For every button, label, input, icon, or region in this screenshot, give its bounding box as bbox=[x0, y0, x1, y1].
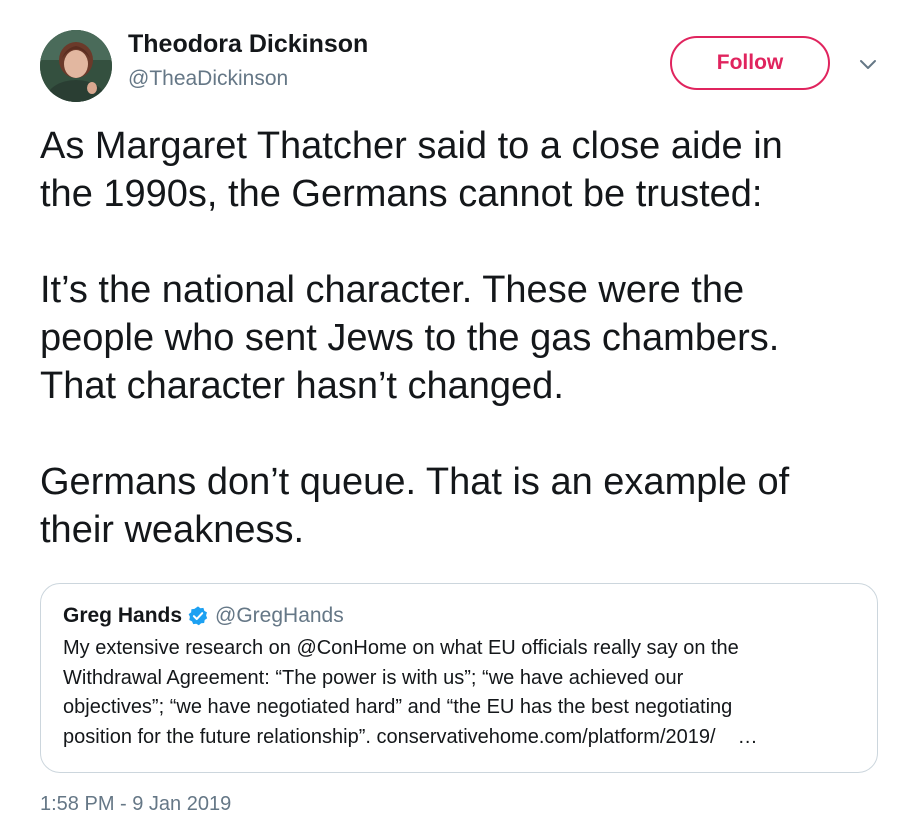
quoted-link[interactable]: conservativehome.com/platform/2019/ bbox=[377, 726, 716, 748]
tweet-text: As Margaret Thatcher said to a close aid… bbox=[40, 122, 890, 554]
tweet-paragraph: As Margaret Thatcher said to a close aid… bbox=[40, 122, 890, 218]
tweet-paragraph: Germans don’t queue. That is an example … bbox=[40, 458, 890, 554]
quoted-line: position for the future relationship”. c… bbox=[63, 723, 863, 753]
quoted-line-text: position for the future relationship”. bbox=[63, 725, 377, 748]
tweet-line: It’s the national character. These were … bbox=[40, 269, 745, 311]
quoted-tweet-header: Greg Hands @GregHands bbox=[63, 604, 344, 628]
tweet-line: people who sent Jews to the gas chambers… bbox=[40, 317, 780, 359]
follow-button[interactable]: Follow bbox=[670, 36, 830, 90]
quoted-line: Withdrawal Agreement: “The power is with… bbox=[63, 666, 684, 689]
author-handle[interactable]: @TheaDickinson bbox=[128, 67, 288, 91]
tweet-timestamp[interactable]: 1:58 PM - 9 Jan 2019 bbox=[40, 793, 231, 816]
quoted-tweet-text: My extensive research on @ConHome on wha… bbox=[63, 634, 863, 752]
avatar-photo-icon bbox=[40, 30, 112, 102]
tweet-line: As Margaret Thatcher said to a close aid… bbox=[40, 125, 783, 167]
verified-badge-icon bbox=[188, 606, 208, 626]
tweet-line: their weakness. bbox=[40, 509, 305, 551]
author-name[interactable]: Theodora Dickinson bbox=[128, 30, 368, 59]
quoted-tweet[interactable]: Greg Hands @GregHands My extensive resea… bbox=[40, 583, 878, 773]
tweet-paragraph: It’s the national character. These were … bbox=[40, 266, 890, 410]
quoted-line: objectives”; “we have negotiated hard” a… bbox=[63, 696, 733, 718]
chevron-down-icon[interactable] bbox=[856, 52, 880, 76]
quoted-author-handle: @GregHands bbox=[215, 604, 344, 627]
quoted-author-name: Greg Hands bbox=[63, 604, 183, 627]
tweet-card: Theodora Dickinson @TheaDickinson Follow… bbox=[0, 0, 912, 826]
author-avatar[interactable] bbox=[40, 30, 112, 102]
truncation-ellipsis: … bbox=[737, 725, 758, 748]
tweet-line: the 1990s, the Germans cannot be trusted… bbox=[40, 173, 763, 215]
quoted-line: My extensive research on @ConHome on wha… bbox=[63, 637, 739, 659]
tweet-line: Germans don’t queue. That is an example … bbox=[40, 461, 790, 503]
tweet-line: That character hasn’t changed. bbox=[40, 365, 564, 407]
